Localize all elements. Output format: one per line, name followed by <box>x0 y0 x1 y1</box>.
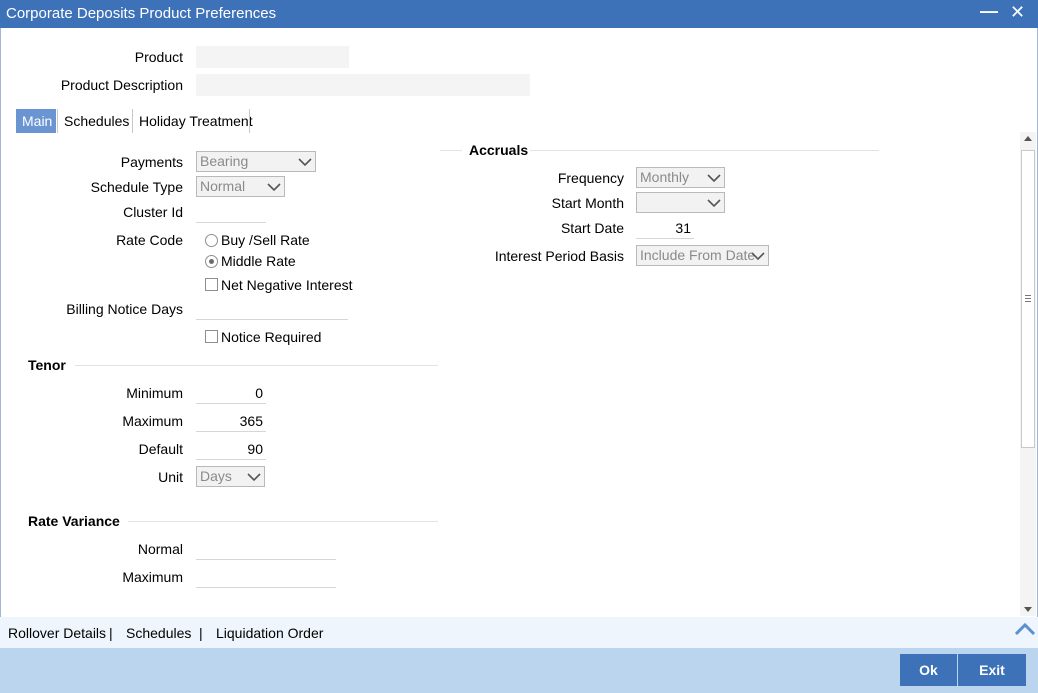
cluster-id-label: Cluster Id <box>123 204 183 220</box>
rate-code-buy-sell-label: Buy /Sell Rate <box>221 232 310 248</box>
product-input[interactable] <box>196 46 349 68</box>
accruals-frequency-select[interactable]: Monthly <box>636 167 725 188</box>
chevron-down-icon <box>247 473 261 482</box>
accruals-divider <box>530 150 879 151</box>
rate-code-buy-sell-radio[interactable] <box>205 234 218 247</box>
chevron-down-icon <box>751 252 765 261</box>
title-bar: Corporate Deposits Product Preferences —… <box>0 0 1038 28</box>
schedule-type-value: Normal <box>200 178 246 194</box>
tenor-section-title: Tenor <box>28 357 66 373</box>
chevron-down-icon <box>267 183 281 192</box>
scroll-down-arrow-icon[interactable] <box>1024 607 1032 612</box>
tenor-minimum-label: Minimum <box>126 385 183 401</box>
schedule-type-label: Schedule Type <box>90 179 183 195</box>
exit-button[interactable]: Exit <box>958 654 1026 686</box>
interest-period-basis-select[interactable]: Include From Date <box>636 245 769 266</box>
product-description-input[interactable] <box>196 74 530 96</box>
chevron-down-icon <box>707 199 721 208</box>
vertical-scrollbar[interactable] <box>1020 132 1036 616</box>
chevron-up-icon[interactable] <box>1014 621 1036 637</box>
liquidation-order-link[interactable]: Liquidation Order <box>216 625 323 641</box>
rate-variance-normal-input[interactable] <box>196 538 336 560</box>
grip-icon <box>1025 295 1031 302</box>
scrollbar-thumb[interactable] <box>1021 150 1035 448</box>
payments-label: Payments <box>120 154 183 170</box>
interest-period-basis-label: Interest Period Basis <box>494 248 624 264</box>
schedule-type-select[interactable]: Normal <box>196 176 285 197</box>
rate-variance-section-title: Rate Variance <box>28 513 120 529</box>
subsystem-links-bar: Rollover Details | Schedules | Liquidati… <box>0 617 1038 648</box>
tenor-default-label: Default <box>138 441 183 457</box>
accruals-start-month-select[interactable] <box>636 192 725 213</box>
rate-variance-normal-label: Normal <box>137 541 183 557</box>
tenor-unit-label: Unit <box>158 469 183 485</box>
billing-notice-days-label: Billing Notice Days <box>66 301 183 317</box>
scroll-up-arrow-icon[interactable] <box>1024 136 1032 141</box>
chevron-down-icon <box>298 158 312 167</box>
billing-notice-days-input[interactable] <box>196 298 348 320</box>
rate-variance-maximum-input[interactable] <box>196 566 336 588</box>
tenor-maximum-label: Maximum <box>122 413 183 429</box>
accruals-start-date-input[interactable]: 31 <box>636 217 694 239</box>
payments-select[interactable]: Bearing <box>196 151 316 172</box>
schedules-link[interactable]: Schedules <box>126 625 191 641</box>
net-negative-interest-label: Net Negative Interest <box>221 277 353 293</box>
window-title: Corporate Deposits Product Preferences <box>6 5 277 22</box>
rate-code-middle-label: Middle Rate <box>221 253 296 269</box>
accruals-start-date-label: Start Date <box>560 220 624 236</box>
chevron-down-icon <box>707 174 721 183</box>
ok-button[interactable]: Ok <box>900 654 957 686</box>
rate-variance-maximum-label: Maximum <box>122 569 183 585</box>
link-separator: | <box>109 625 113 641</box>
tenor-unit-value: Days <box>200 468 232 484</box>
rate-variance-divider <box>128 521 438 522</box>
minimize-icon[interactable]: — <box>980 1 998 22</box>
accruals-frequency-label: Frequency <box>557 170 624 186</box>
accruals-start-month-label: Start Month <box>551 195 624 211</box>
accruals-divider-left <box>440 150 462 151</box>
accruals-section-title: Accruals <box>469 142 529 158</box>
rate-code-label: Rate Code <box>116 232 183 248</box>
notice-required-label: Notice Required <box>221 329 322 345</box>
cluster-id-input[interactable] <box>196 201 266 223</box>
tab-schedules[interactable]: Schedules <box>58 109 135 133</box>
interest-period-basis-value: Include From Date <box>640 247 756 263</box>
payments-value: Bearing <box>200 153 249 169</box>
link-separator: | <box>199 625 203 641</box>
tenor-unit-select[interactable]: Days <box>196 466 265 487</box>
tenor-default-input[interactable]: 90 <box>196 438 266 460</box>
footer-bar: Ok Exit <box>0 648 1038 693</box>
tenor-minimum-input[interactable]: 0 <box>196 382 266 404</box>
tenor-divider <box>75 365 438 366</box>
product-label: Product <box>134 49 183 65</box>
close-icon[interactable]: ✕ <box>1010 2 1025 23</box>
tab-separator <box>249 109 250 133</box>
notice-required-checkbox[interactable] <box>205 330 218 343</box>
accruals-frequency-value: Monthly <box>640 169 690 185</box>
rollover-details-link[interactable]: Rollover Details <box>8 625 106 641</box>
product-description-label: Product Description <box>60 77 183 93</box>
tab-holiday-treatment[interactable]: Holiday Treatment <box>133 109 259 133</box>
tab-main[interactable]: Main <box>16 109 56 133</box>
tenor-maximum-input[interactable]: 365 <box>196 410 266 432</box>
net-negative-interest-checkbox[interactable] <box>205 278 218 291</box>
rate-code-middle-radio[interactable] <box>205 255 218 268</box>
